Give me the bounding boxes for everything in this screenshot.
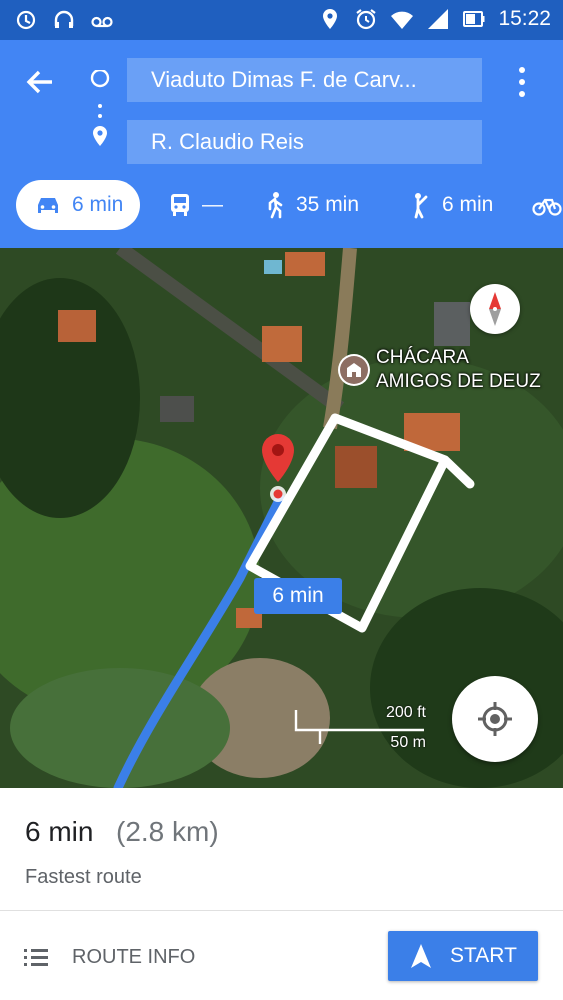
route-connector (90, 70, 110, 146)
sync-icon (16, 10, 36, 30)
tab-walking[interactable]: 35 min (264, 180, 359, 230)
destination-input[interactable]: R. Claudio Reis (127, 120, 482, 164)
tab-driving[interactable]: 6 min (16, 180, 140, 230)
list-icon (24, 949, 48, 966)
bicycle-icon (532, 198, 562, 216)
start-label: START (450, 944, 517, 967)
location-icon (323, 9, 338, 29)
route-distance: (2.8 km) (116, 816, 219, 847)
compass-button[interactable] (470, 284, 520, 334)
ride-time: 6 min (442, 193, 494, 216)
route-subtitle: Fastest route (25, 866, 142, 888)
walking-icon (268, 192, 283, 219)
poi-label[interactable]: CHÁCARA AMIGOS DE DEUZ (376, 346, 541, 394)
battery-icon (463, 11, 485, 27)
travel-mode-tabs: 6 min — 35 min 6 min (0, 180, 563, 234)
voicemail-icon (91, 16, 113, 28)
satellite-map[interactable]: CHÁCARA AMIGOS DE DEUZ 6 min 200 ft 50 m (0, 248, 563, 788)
more-options-icon[interactable] (510, 62, 534, 102)
signal-icon (428, 9, 449, 29)
navigation-arrow-icon (411, 944, 431, 968)
destination-pin-icon (93, 126, 107, 146)
building-icon (340, 356, 368, 384)
car-icon (38, 198, 58, 213)
tab-cycling[interactable] (532, 180, 562, 230)
driving-time: 6 min (72, 193, 124, 216)
route-info-button[interactable]: ROUTE INFO (22, 934, 195, 980)
route-summary-sheet[interactable]: 6 min (2.8 km) Fastest route ROUTE INFO … (0, 788, 563, 1000)
directions-header: Viaduto Dimas F. de Carv... R. Claudio R… (0, 40, 563, 248)
headset-icon (54, 10, 74, 28)
back-arrow-icon[interactable] (20, 62, 60, 102)
status-bar: 15:22 (0, 0, 563, 40)
poi-label-line1: CHÁCARA (376, 347, 469, 368)
poi-icon[interactable] (338, 354, 370, 386)
hail-ride-icon (414, 193, 428, 219)
map-scale: 200 ft 50 m (294, 704, 434, 754)
origin-circle-icon (90, 70, 110, 88)
tab-ride-hailing[interactable]: 6 min (408, 180, 493, 230)
origin-input[interactable]: Viaduto Dimas F. de Carv... (127, 58, 482, 102)
my-location-button[interactable] (452, 676, 538, 762)
scale-imperial: 200 ft (385, 704, 426, 721)
scale-metric: 50 m (390, 734, 426, 751)
bus-icon (171, 194, 189, 216)
poi-label-line2: AMIGOS DE DEUZ (376, 371, 541, 392)
tab-transit[interactable]: — (168, 180, 223, 230)
walking-time: 35 min (296, 193, 360, 216)
route-duration: 6 min (25, 816, 94, 847)
compass-icon (489, 292, 501, 326)
clock-time: 15:22 (498, 7, 551, 30)
start-navigation-button[interactable]: START (388, 931, 538, 981)
transit-time: — (202, 193, 223, 216)
my-location-icon (478, 702, 512, 736)
alarm-icon (356, 9, 377, 30)
wifi-icon (391, 11, 414, 29)
route-time-badge[interactable]: 6 min (254, 578, 342, 614)
route-info-label: ROUTE INFO (72, 945, 196, 968)
divider (0, 910, 563, 911)
